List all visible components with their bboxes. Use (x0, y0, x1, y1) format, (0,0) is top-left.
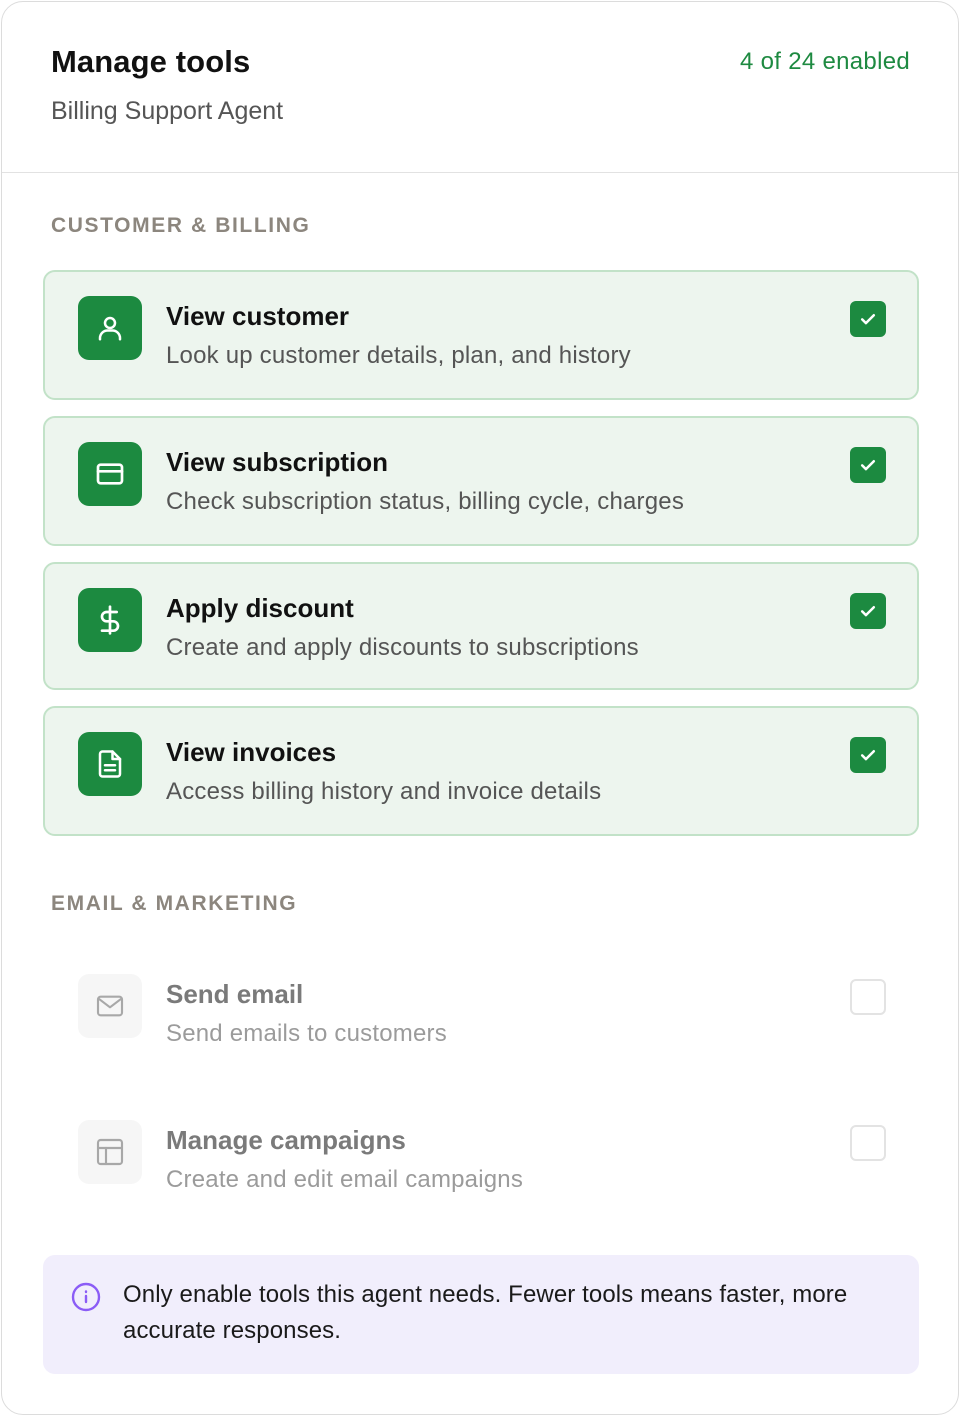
file-text-icon (78, 732, 142, 796)
enable-checkbox-view-subscription[interactable] (850, 447, 886, 483)
tool-row-view-subscription[interactable]: View subscription Check subscription sta… (43, 416, 919, 546)
layout-icon (78, 1120, 142, 1184)
mail-icon (78, 974, 142, 1038)
tool-row-manage-campaigns[interactable]: Manage campaigns Create and edit email c… (43, 1094, 919, 1224)
tool-description: Access billing history and invoice detai… (166, 778, 602, 805)
tool-name: Send email (166, 979, 304, 1009)
check-icon (860, 314, 876, 325)
agent-name: Billing Support Agent (51, 97, 284, 125)
check-icon (860, 606, 876, 617)
enable-checkbox-view-invoices[interactable] (850, 737, 886, 773)
dollar-icon (78, 588, 142, 652)
section-label-email-marketing: EMAIL & MARKETING (51, 892, 298, 915)
tool-description: Check subscription status, billing cycle… (166, 488, 685, 515)
info-icon (70, 1281, 102, 1313)
notice-text: Only enable tools this agent needs. Fewe… (123, 1281, 848, 1344)
tool-description: Send emails to customers (166, 1020, 447, 1047)
enable-checkbox-manage-campaigns[interactable] (850, 1125, 886, 1161)
info-notice: Only enable tools this agent needs. Fewe… (43, 1255, 919, 1374)
tool-name: Apply discount (166, 593, 354, 623)
check-icon (860, 460, 876, 471)
tool-name: View invoices (166, 737, 337, 767)
panel-header: Manage tools Billing Support Agent 4 of … (2, 2, 958, 173)
section-label-customer-billing: CUSTOMER & BILLING (51, 214, 311, 237)
tool-description: Create and apply discounts to subscripti… (166, 634, 639, 661)
tool-name: View subscription (166, 447, 389, 477)
enabled-count: 4 of 24 enabled (740, 48, 910, 75)
tool-description: Look up customer details, plan, and hist… (166, 342, 631, 369)
check-icon (860, 750, 876, 761)
credit-card-icon (78, 442, 142, 506)
user-icon (78, 296, 142, 360)
tool-row-send-email[interactable]: Send email Send emails to customers (43, 948, 919, 1078)
tool-row-view-invoices[interactable]: View invoices Access billing history and… (43, 706, 919, 836)
tool-row-view-customer[interactable]: View customer Look up customer details, … (43, 270, 919, 400)
tool-name: Manage campaigns (166, 1125, 406, 1155)
tool-name: View customer (166, 301, 350, 331)
page-title: Manage tools (51, 44, 251, 79)
enable-checkbox-apply-discount[interactable] (850, 593, 886, 629)
manage-tools-panel: Manage tools Billing Support Agent 4 of … (1, 1, 959, 1415)
enable-checkbox-view-customer[interactable] (850, 301, 886, 337)
enable-checkbox-send-email[interactable] (850, 979, 886, 1015)
tool-row-apply-discount[interactable]: Apply discount Create and apply discount… (43, 562, 919, 690)
tool-description: Create and edit email campaigns (166, 1166, 524, 1193)
